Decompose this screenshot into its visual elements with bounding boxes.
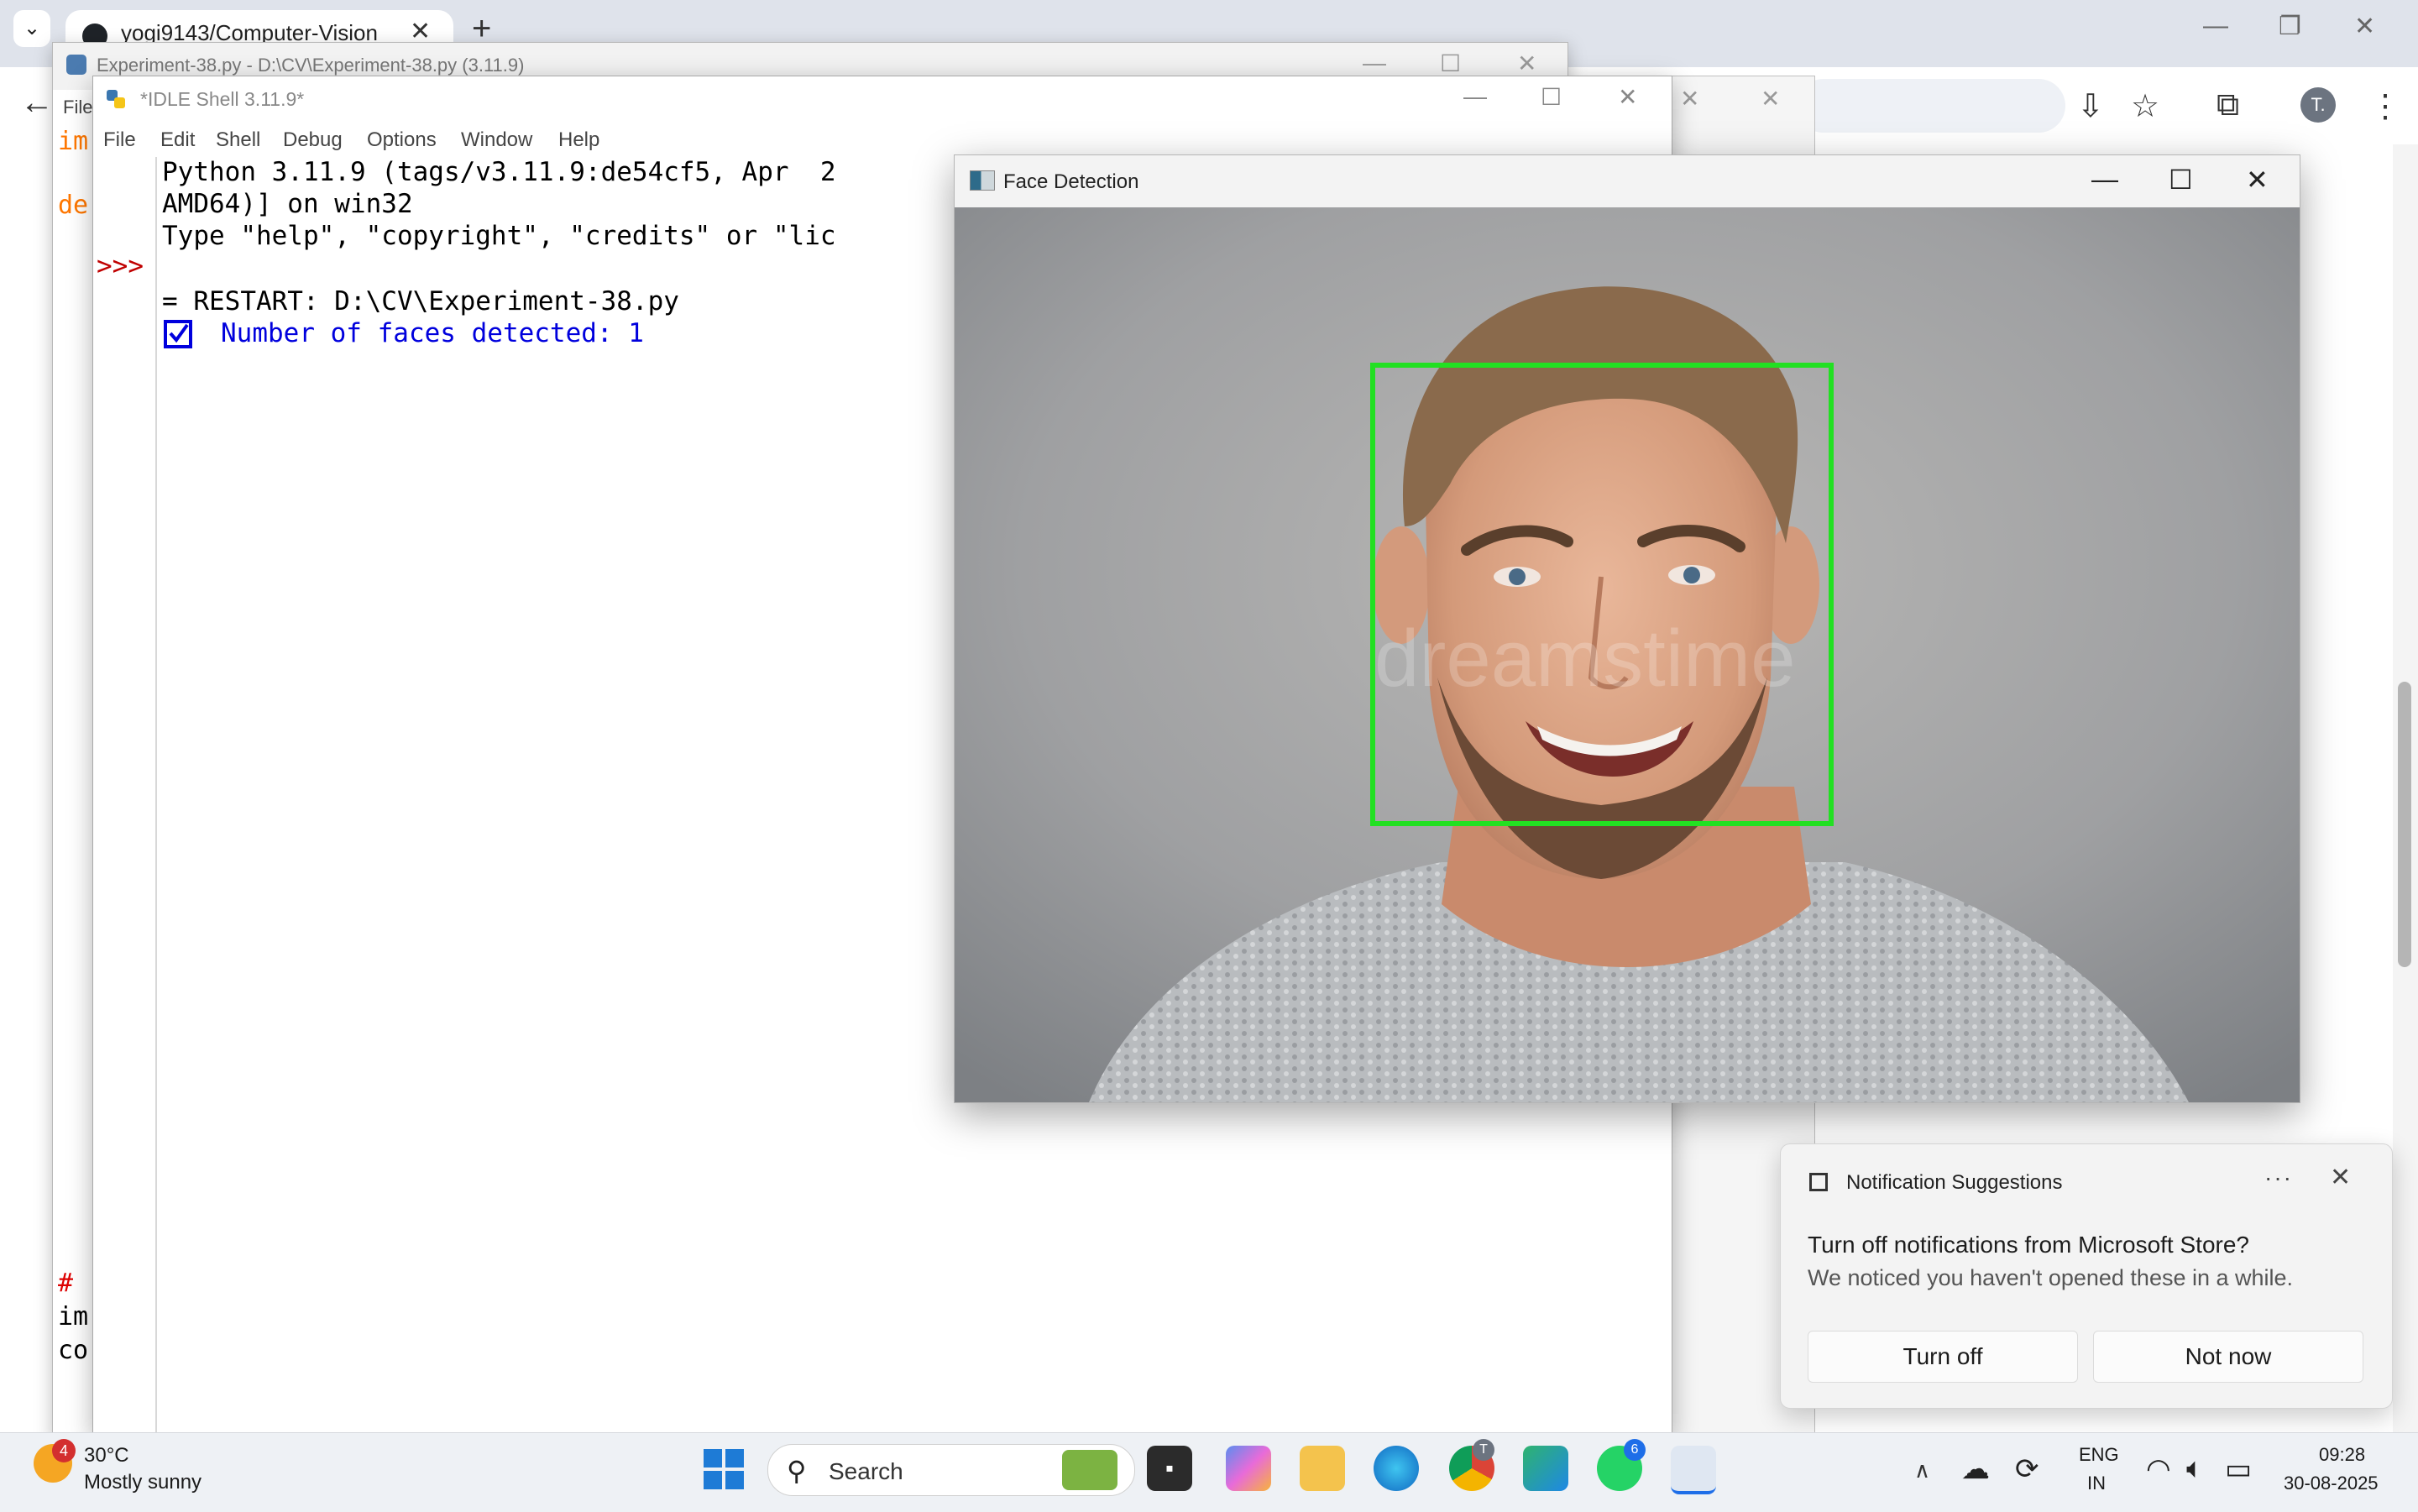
language-region[interactable]: IN	[2087, 1473, 2106, 1494]
shell-prompt-gutter	[93, 157, 157, 1433]
editor-maximize-button[interactable]: ☐	[1440, 50, 1461, 77]
bookmark-star-icon[interactable]: ☆	[2131, 87, 2159, 125]
taskbar	[0, 1432, 2418, 1512]
menu-debug[interactable]: Debug	[283, 128, 343, 152]
editor-code-line: #	[58, 1269, 74, 1298]
extensions-icon[interactable]: ⧉	[2216, 87, 2239, 123]
page-scrollbar[interactable]	[2393, 144, 2418, 1432]
shell-titlebar	[93, 76, 1672, 122]
notification-toast: Notification Suggestions ··· ✕ Turn off …	[1780, 1143, 2393, 1409]
notification-icon	[1809, 1173, 1828, 1191]
weather-description[interactable]: Mostly sunny	[84, 1471, 202, 1494]
shell-prompt: >>>	[97, 251, 144, 281]
back-button[interactable]: ←	[20, 84, 54, 122]
shell-output-line: Number of faces detected: 1	[221, 318, 644, 348]
notification-close-button[interactable]: ✕	[2330, 1163, 2351, 1192]
face-detection-window: Face Detection — ☐ ✕ dreamstime	[954, 154, 2300, 1103]
browser-menu-icon[interactable]: ⋮	[2369, 87, 2401, 125]
battery-icon[interactable]: ▭	[2225, 1452, 2252, 1486]
face-window-close-button[interactable]: ✕	[2246, 164, 2269, 196]
file-explorer-icon[interactable]	[1300, 1446, 1345, 1491]
face-window-title: Face Detection	[1003, 170, 1139, 193]
notification-body: We noticed you haven't opened these in a…	[1808, 1265, 2294, 1290]
shell-minimize-button[interactable]: —	[1463, 83, 1487, 110]
copilot-icon[interactable]	[1226, 1446, 1271, 1491]
turn-off-button[interactable]: Turn off	[1808, 1331, 2078, 1383]
menu-shell[interactable]: Shell	[216, 128, 260, 152]
browser-restore-button[interactable]: ❐	[2279, 12, 2301, 41]
face-window-minimize-button[interactable]: —	[2091, 164, 2118, 195]
whatsapp-badge: 6	[1624, 1439, 1646, 1461]
windows-logo-icon	[704, 1449, 722, 1468]
menu-edit[interactable]: Edit	[160, 128, 195, 152]
shell-banner-line: AMD64)] on win32	[162, 189, 413, 219]
clock-time[interactable]: 09:28	[2319, 1444, 2365, 1466]
weather-badge: 4	[52, 1439, 76, 1462]
shell-maximize-button[interactable]: ☐	[1541, 83, 1562, 111]
more-options-button[interactable]: ···	[2264, 1164, 2293, 1191]
editor-code-line: im	[58, 1302, 89, 1332]
address-bar[interactable]	[1797, 79, 2065, 133]
editor-close-button[interactable]: ✕	[1517, 50, 1536, 77]
notification-title: Turn off notifications from Microsoft St…	[1808, 1232, 2249, 1258]
wifi-icon[interactable]: ◠	[2146, 1452, 2171, 1486]
menu-help[interactable]: Help	[558, 128, 599, 152]
portrait-photo: dreamstime	[955, 207, 2300, 1102]
clock-date[interactable]: 30-08-2025	[2284, 1473, 2379, 1494]
page-scrollbar-thumb[interactable]	[2398, 682, 2411, 967]
show-hidden-icons-button[interactable]: ∧	[1914, 1457, 1930, 1483]
shell-close-button[interactable]: ✕	[1618, 83, 1637, 111]
app-icon[interactable]	[1523, 1446, 1568, 1491]
python-icon	[107, 90, 125, 108]
menu-options[interactable]: Options	[367, 128, 437, 152]
window-close-button[interactable]: ✕	[1680, 85, 1699, 112]
checkbox-icon	[164, 320, 192, 348]
profile-avatar[interactable]: T.	[2300, 87, 2336, 123]
app-icon	[970, 170, 995, 191]
face-window-maximize-button[interactable]: ☐	[2169, 164, 2193, 196]
window-close-button[interactable]: ✕	[1761, 85, 1780, 112]
start-button[interactable]	[704, 1449, 744, 1489]
tab-search-button[interactable]: ⌄	[13, 10, 50, 47]
volume-icon[interactable]: 🔈︎	[2186, 1452, 2203, 1485]
editor-code-line: im	[58, 127, 89, 156]
notification-header: Notification Suggestions	[1846, 1171, 2063, 1194]
search-highlight-icon	[1062, 1450, 1117, 1490]
shell-banner-line: Python 3.11.9 (tags/v3.11.9:de54cf5, Apr…	[162, 157, 836, 187]
editor-menu-file[interactable]: File	[63, 97, 92, 118]
editor-minimize-button[interactable]: —	[1363, 50, 1386, 76]
browser-minimize-button[interactable]: —	[2203, 12, 2228, 40]
menu-window[interactable]: Window	[461, 128, 532, 152]
shell-title: *IDLE Shell 3.11.9*	[140, 88, 305, 110]
task-view-icon[interactable]: ▪	[1147, 1446, 1192, 1491]
editor-code-line: co	[58, 1336, 89, 1365]
language-indicator[interactable]: ENG	[2079, 1444, 2119, 1466]
editor-title: Experiment-38.py - D:\CV\Experiment-38.p…	[97, 55, 525, 76]
search-label: Search	[829, 1458, 903, 1484]
detected-face-image: dreamstime	[955, 207, 2300, 1102]
browser-close-button[interactable]: ✕	[2354, 12, 2375, 41]
not-now-button[interactable]: Not now	[2093, 1331, 2363, 1383]
shell-restart-line: = RESTART: D:\CV\Experiment-38.py	[162, 286, 679, 317]
editor-code-line: de	[58, 191, 89, 220]
install-app-icon[interactable]: ⇩	[2077, 87, 2104, 125]
sync-icon[interactable]: ⟳	[2015, 1452, 2039, 1486]
python-icon	[66, 55, 86, 75]
edge-icon[interactable]	[1374, 1446, 1419, 1491]
taskbar-search[interactable]: ⚲ Search	[767, 1444, 1135, 1496]
shell-banner-line: Type "help", "copyright", "credits" or "…	[162, 221, 836, 251]
watermark-text: dreamstime	[1374, 614, 1795, 704]
chrome-profile-badge: T	[1473, 1439, 1494, 1461]
search-icon: ⚲	[787, 1456, 807, 1486]
onedrive-icon[interactable]: ☁	[1961, 1452, 1990, 1486]
menu-file[interactable]: File	[103, 128, 136, 152]
python-idle-icon[interactable]	[1671, 1446, 1716, 1494]
weather-temperature[interactable]: 30°C	[84, 1444, 129, 1468]
